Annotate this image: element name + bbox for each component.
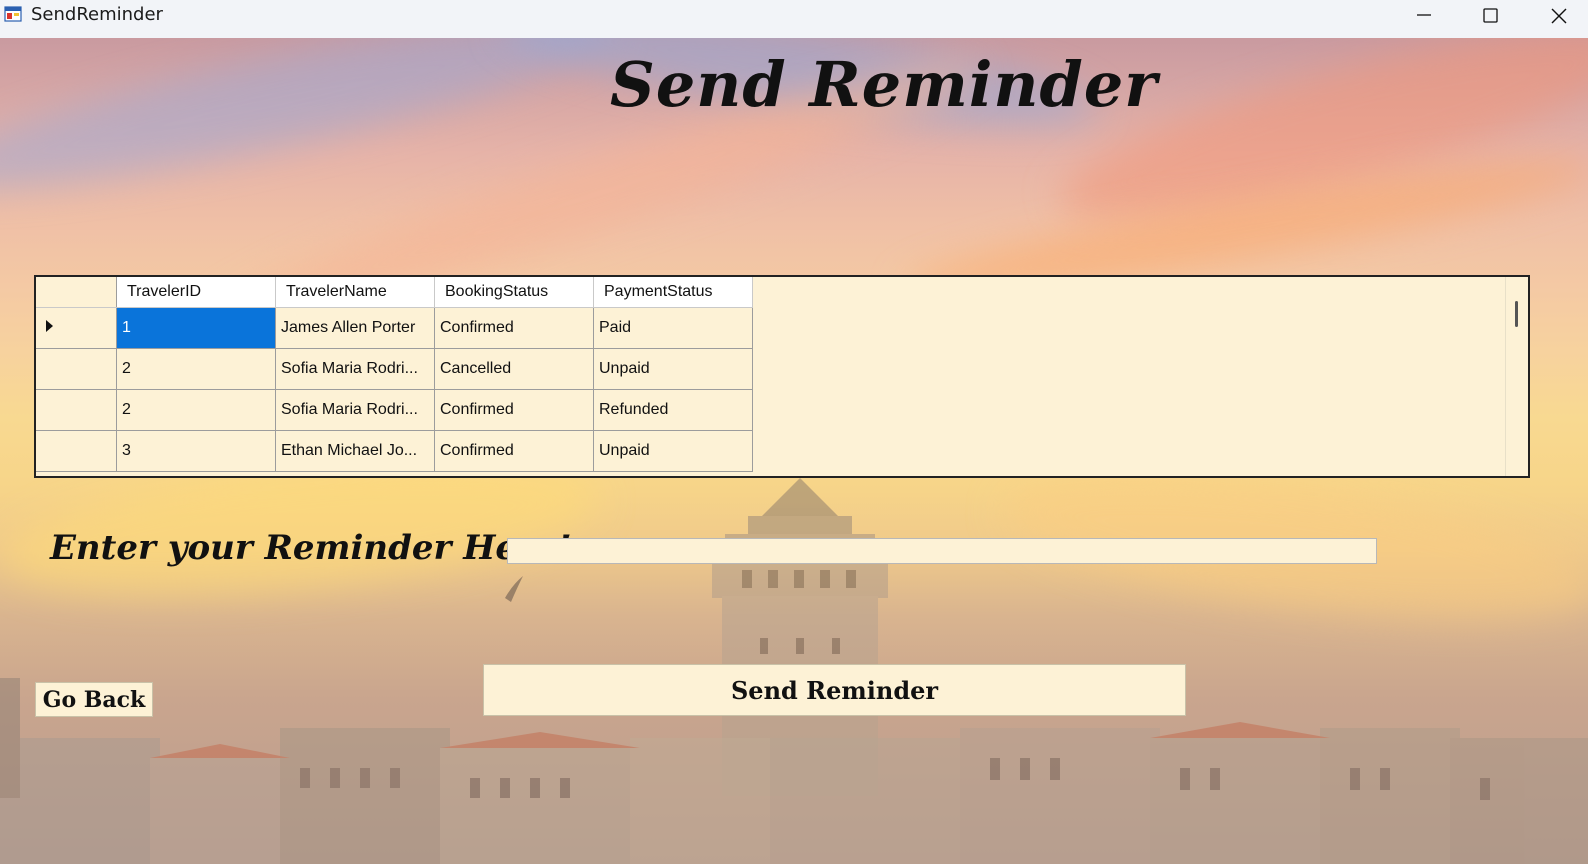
cell-traveler-name[interactable]: Sofia Maria Rodri... bbox=[275, 348, 435, 390]
cell-booking-status[interactable]: Confirmed bbox=[434, 430, 594, 472]
row-header[interactable] bbox=[36, 348, 117, 390]
cell-payment-status[interactable]: Refunded bbox=[593, 389, 753, 431]
row-header[interactable] bbox=[36, 389, 117, 431]
cell-traveler-name[interactable]: Sofia Maria Rodri... bbox=[275, 389, 435, 431]
app-form-icon bbox=[4, 6, 22, 22]
row-header-corner[interactable] bbox=[36, 277, 117, 308]
window-title: SendReminder bbox=[31, 4, 163, 25]
column-header-traveler-id[interactable]: TravelerID bbox=[116, 277, 276, 308]
current-row-arrow-icon bbox=[46, 320, 53, 332]
form-client-area: Send Reminder TravelerID TravelerName Bo… bbox=[0, 38, 1588, 864]
column-header-traveler-name[interactable]: TravelerName bbox=[275, 277, 435, 308]
maximize-button[interactable] bbox=[1460, 0, 1524, 30]
cell-traveler-id[interactable]: 2 bbox=[116, 389, 276, 431]
table-row[interactable]: 2 Sofia Maria Rodri... Confirmed Refunde… bbox=[36, 389, 753, 431]
close-button[interactable] bbox=[1528, 0, 1588, 30]
grid-header-row: TravelerID TravelerName BookingStatus Pa… bbox=[36, 277, 753, 308]
grid-table: TravelerID TravelerName BookingStatus Pa… bbox=[36, 277, 753, 472]
table-row[interactable]: 3 Ethan Michael Jo... Confirmed Unpaid bbox=[36, 430, 753, 472]
cell-booking-status[interactable]: Confirmed bbox=[434, 307, 594, 349]
cell-payment-status[interactable]: Unpaid bbox=[593, 348, 753, 390]
cell-booking-status[interactable]: Confirmed bbox=[434, 389, 594, 431]
travelers-data-grid[interactable]: TravelerID TravelerName BookingStatus Pa… bbox=[34, 275, 1530, 478]
cell-booking-status[interactable]: Cancelled bbox=[434, 348, 594, 390]
page-title: Send Reminder bbox=[610, 48, 1158, 121]
scrollbar-thumb[interactable] bbox=[1515, 301, 1518, 327]
cell-traveler-name[interactable]: James Allen Porter bbox=[275, 307, 435, 349]
close-icon bbox=[1551, 8, 1567, 24]
reminder-label: Enter your Reminder Here! bbox=[50, 528, 572, 568]
title-bar: SendReminder bbox=[0, 0, 1588, 39]
grid-vertical-scrollbar[interactable] bbox=[1505, 277, 1528, 476]
column-header-payment-status[interactable]: PaymentStatus bbox=[593, 277, 753, 308]
table-row[interactable]: 2 Sofia Maria Rodri... Cancelled Unpaid bbox=[36, 348, 753, 390]
maximize-icon bbox=[1483, 8, 1498, 23]
go-back-button[interactable]: Go Back bbox=[35, 682, 153, 717]
minimize-icon bbox=[1417, 14, 1431, 16]
cell-traveler-id[interactable]: 2 bbox=[116, 348, 276, 390]
cell-traveler-id[interactable]: 1 bbox=[116, 307, 276, 349]
send-reminder-button[interactable]: Send Reminder bbox=[483, 664, 1186, 716]
cell-payment-status[interactable]: Unpaid bbox=[593, 430, 753, 472]
table-row[interactable]: 1 James Allen Porter Confirmed Paid bbox=[36, 307, 753, 349]
cell-traveler-name[interactable]: Ethan Michael Jo... bbox=[275, 430, 435, 472]
row-header[interactable] bbox=[36, 307, 117, 349]
row-header[interactable] bbox=[36, 430, 117, 472]
reminder-input[interactable] bbox=[507, 538, 1377, 564]
minimize-button[interactable] bbox=[1393, 0, 1457, 30]
cell-payment-status[interactable]: Paid bbox=[593, 307, 753, 349]
column-header-booking-status[interactable]: BookingStatus bbox=[434, 277, 594, 308]
cell-traveler-id[interactable]: 3 bbox=[116, 430, 276, 472]
